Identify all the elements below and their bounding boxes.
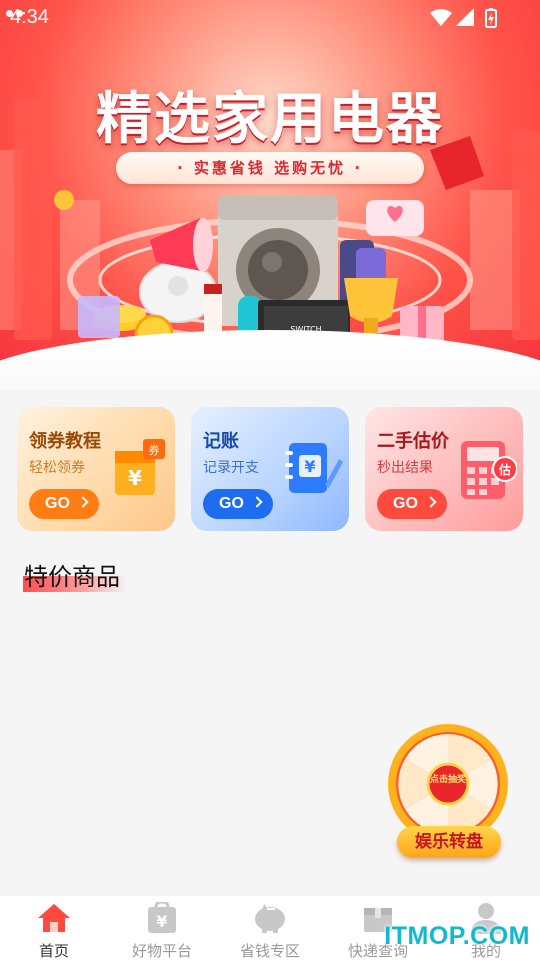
watermark-text: ITMOP.COM: [384, 922, 530, 950]
battery-icon: [485, 8, 497, 28]
go-button[interactable]: GO: [29, 489, 99, 519]
card-title: 记账: [203, 431, 239, 452]
piggy-bank-icon: [255, 904, 285, 933]
go-button-label: GO: [45, 495, 70, 512]
card-title: 二手估价: [377, 431, 449, 452]
card-bookkeeping[interactable]: 记账 记录开支 ¥ GO: [191, 407, 349, 531]
go-button[interactable]: GO: [377, 489, 447, 519]
status-icons: [430, 8, 497, 28]
wheel-center-label: 点击抽奖: [430, 773, 467, 785]
banner-subtitle: · 实惠省钱 选购无忧 ·: [116, 152, 424, 184]
lucky-wheel-button[interactable]: 点击抽奖 娱乐转盘: [386, 722, 510, 862]
card-secondhand-valuation[interactable]: 二手估价 秒出结果 估 GO: [365, 407, 523, 531]
svg-text:¥: ¥: [156, 912, 167, 931]
home-icon: [38, 904, 70, 932]
section-title: 特价商品: [24, 563, 120, 591]
shopping-bag-icon: ¥: [148, 902, 176, 933]
feature-cards: 领券教程 轻松领券 ¥ 券 GO 记账 记录开支 ¥ GO 二手估价 秒出结果 …: [17, 407, 523, 531]
status-time: 4:34: [10, 6, 49, 28]
card-subtitle: 记录开支: [203, 460, 259, 476]
svg-text:券: 券: [149, 443, 160, 457]
card-subtitle: 轻松领券: [29, 460, 85, 476]
coupon-icon: ¥ 券: [115, 439, 165, 495]
ledger-icon: ¥: [285, 443, 343, 493]
calculator-icon: 估: [461, 441, 517, 499]
card-subtitle: 秒出结果: [377, 460, 433, 476]
wifi-icon: [430, 9, 452, 26]
prize-wheel-icon: 点击抽奖: [388, 724, 508, 844]
signal-icon: [456, 8, 474, 26]
svg-text:¥: ¥: [304, 457, 315, 476]
card-title: 领券教程: [29, 431, 101, 452]
hero-banner[interactable]: SWITCH 精选家用电器 · 实惠省钱 选购无忧 ·: [0, 0, 540, 390]
go-button-label: GO: [393, 495, 418, 512]
nav-item-good-products[interactable]: ¥ 好物平台: [108, 896, 216, 960]
nav-item-home[interactable]: 首页: [0, 896, 108, 960]
go-button-label: GO: [219, 495, 244, 512]
status-bar: 4:34: [0, 0, 540, 36]
nav-label: 省钱专区: [239, 942, 300, 960]
go-button[interactable]: GO: [203, 489, 273, 519]
svg-text:估: 估: [498, 462, 511, 477]
nav-label: 好物平台: [131, 942, 192, 960]
chevron-right-icon: [77, 496, 89, 508]
card-coupon-tutorial[interactable]: 领券教程 轻松领券 ¥ 券 GO: [17, 407, 175, 531]
chevron-right-icon: [251, 496, 263, 508]
chevron-right-icon: [425, 496, 437, 508]
wheel-label: 娱乐转盘: [397, 826, 501, 858]
nav-label: 首页: [38, 942, 69, 960]
nav-item-savings[interactable]: 省钱专区: [216, 896, 324, 960]
svg-text:¥: ¥: [128, 466, 142, 490]
banner-title: 精选家用电器: [96, 87, 444, 152]
